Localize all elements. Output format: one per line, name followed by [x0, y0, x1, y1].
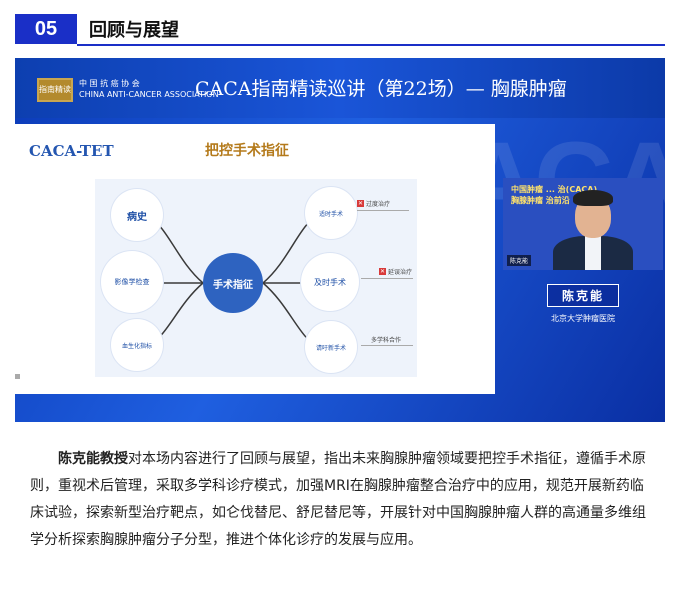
speaker-org: 北京大学肿瘤医院: [551, 314, 615, 323]
speaker-name: 陈克能: [546, 284, 619, 307]
slide-scroll-handle[interactable]: [15, 374, 20, 379]
cross-icon: ✕: [379, 268, 386, 275]
section-title: 回顾与展望: [89, 20, 179, 41]
summary-paragraph: 陈克能教授对本场内容进行了回顾与展望，指出未来胸腺肿瘤领域要把控手术指征，遵循手…: [30, 446, 655, 554]
speaker-highlight: 陈克能教授: [58, 451, 128, 467]
node-imaging: 影像学检查: [101, 251, 163, 313]
section-header: 05 回顾与展望: [15, 14, 665, 46]
tag-mdt: 多学科合作: [371, 335, 401, 344]
slide-title: 把控手术指征: [205, 143, 289, 159]
tag-mdt-label: 多学科合作: [371, 337, 402, 344]
video-frame[interactable]: CACA 指南精读 中 国 抗 癌 协 会 CHINA ANTI-CANCER …: [15, 58, 665, 422]
tag-delayed: ✕ 延误治疗: [379, 267, 412, 276]
tag-overtreatment: ✕ 过度治疗: [357, 199, 390, 208]
node-prompt-surgery: 及时手术: [301, 253, 359, 311]
speaker-camera: 中国肿瘤 ... 治(CACA) 胸腺肿瘤 治前沿 陈克能: [503, 178, 663, 270]
speaker-shirt: [585, 236, 601, 270]
node-timely-surgery: 适时手术: [305, 187, 357, 239]
mind-map: 手术指征 病史 影像学检查 血生化指标 适时手术 及时手术 请吁新手术 ✕ 过度治…: [95, 179, 417, 377]
node-new-surgery: 请吁新手术: [305, 321, 357, 373]
guide-logo: 指南精读: [37, 78, 73, 102]
live-title: CACA指南精读巡讲（第22场）— 胸腺肿瘤: [195, 78, 567, 100]
tag-overtreatment-label: 过度治疗: [366, 201, 391, 208]
tag-delayed-label: 延误治疗: [388, 269, 413, 276]
node-history: 病史: [111, 189, 163, 241]
cross-icon: ✕: [357, 200, 364, 207]
tag-underline: [361, 345, 413, 346]
broadcast-banner: 指南精读 中 国 抗 癌 协 会 CHINA ANTI-CANCER ASSOC…: [15, 58, 665, 118]
node-biochem: 血生化指标: [111, 319, 163, 371]
speaker-hair: [573, 190, 613, 206]
tag-underline: [361, 278, 413, 279]
speaker-name-plate: 陈克能 北京大学肿瘤医院: [503, 284, 663, 324]
slide-logo: CACA-TET: [29, 142, 114, 160]
section-number: 05: [15, 14, 77, 44]
section-divider: [77, 44, 665, 46]
presentation-slide: CACA-TET 把控手术指征 手术指征 病史 影像学检查 血生化指标 适时手术…: [15, 124, 495, 394]
tag-underline: [357, 210, 409, 211]
mind-center-node: 手术指征: [203, 253, 263, 313]
camera-name-label: 陈克能: [507, 255, 532, 266]
